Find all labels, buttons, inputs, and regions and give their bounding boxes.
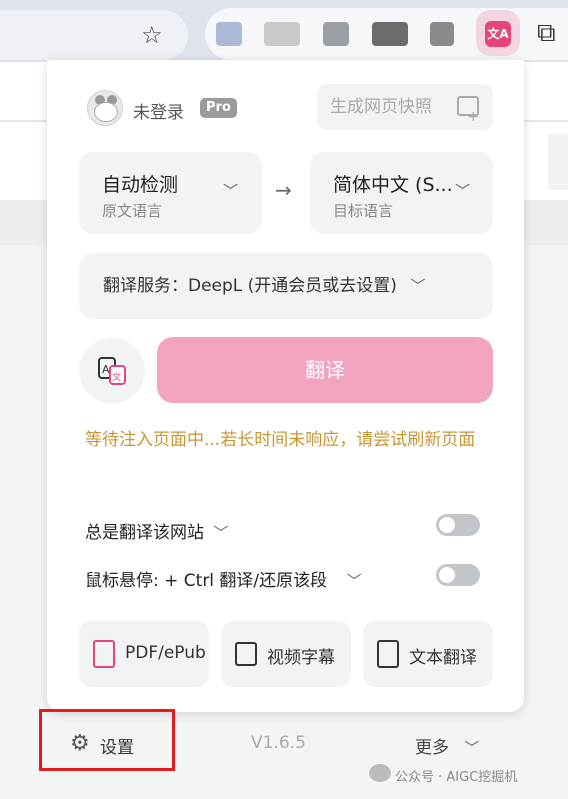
translate-button[interactable]: 翻译 bbox=[157, 337, 493, 403]
more-label: 更多 bbox=[415, 738, 449, 758]
service-label: 翻译服务：DeepL (开通会员或去设置) bbox=[103, 276, 397, 296]
extension-icon[interactable] bbox=[372, 22, 408, 46]
pdf-icon bbox=[93, 640, 115, 668]
translate-extension-button[interactable]: 文A bbox=[476, 10, 520, 56]
chevron-down-icon: ﹀ bbox=[346, 572, 362, 590]
chevron-down-icon: ﹀ bbox=[464, 739, 480, 757]
avatar[interactable] bbox=[87, 90, 123, 126]
snapshot-icon bbox=[457, 94, 479, 140]
svg-text:文: 文 bbox=[112, 371, 121, 383]
puzzle-icon[interactable]: ⧉ bbox=[537, 18, 556, 49]
tool-label: PDF/ePub bbox=[125, 643, 206, 663]
option-label: 鼠标悬停: + Ctrl 翻译/还原该段 bbox=[85, 571, 328, 591]
target-language-caption: 目标语言 bbox=[333, 202, 394, 220]
extension-popup: 未登录 Pro 生成网页快照 自动检测 原文语言 ﹀ → 简体中文 (S... … bbox=[47, 60, 524, 712]
video-subtitle-button[interactable]: 视频字幕 bbox=[221, 621, 351, 687]
extension-icon[interactable] bbox=[264, 22, 300, 46]
translation-service-select[interactable]: 翻译服务：DeepL (开通会员或去设置) ﹀ bbox=[79, 253, 493, 319]
target-language-select[interactable]: 简体中文 (S... 目标语言 ﹀ bbox=[310, 152, 493, 234]
target-language-value: 简体中文 (S... bbox=[333, 174, 453, 196]
highlight-box bbox=[39, 709, 175, 771]
always-translate-toggle[interactable] bbox=[436, 514, 480, 536]
browser-toolbar: ☆ 文A ⧉ bbox=[0, 0, 568, 62]
extension-icon[interactable] bbox=[323, 22, 349, 46]
always-translate-site-option[interactable]: 总是翻译该网站 ﹀ bbox=[85, 518, 228, 543]
login-status[interactable]: 未登录 bbox=[133, 98, 184, 123]
source-language-value: 自动检测 bbox=[102, 174, 179, 196]
page-card bbox=[548, 134, 568, 190]
text-translate-button[interactable]: 文本翻译 bbox=[363, 621, 493, 687]
chevron-down-icon: ﹀ bbox=[213, 524, 229, 542]
swap-language-button[interactable]: A 文 bbox=[79, 338, 145, 404]
tool-label: 文本翻译 bbox=[409, 648, 477, 668]
watermark: 公众号 · AIGC挖掘机 bbox=[395, 770, 518, 785]
tool-label: 视频字幕 bbox=[267, 648, 335, 668]
hover-translate-toggle[interactable] bbox=[436, 564, 480, 586]
source-language-select[interactable]: 自动检测 原文语言 ﹀ bbox=[79, 152, 262, 234]
chevron-down-icon: ﹀ bbox=[410, 277, 426, 295]
pdf-epub-button[interactable]: PDF/ePub bbox=[79, 621, 209, 687]
more-menu[interactable]: 更多 ﹀ bbox=[415, 733, 479, 758]
translate-swap-icon: A 文 bbox=[98, 357, 126, 385]
extension-icon[interactable] bbox=[430, 22, 454, 46]
source-language-caption: 原文语言 bbox=[102, 202, 163, 220]
video-subtitle-icon bbox=[235, 642, 257, 666]
pro-badge[interactable]: Pro bbox=[200, 98, 237, 118]
status-message: 等待注入页面中...若长时间未响应，请尝试刷新页面 bbox=[85, 430, 476, 450]
snapshot-label: 生成网页快照 bbox=[330, 97, 432, 117]
version-label: V1.6.5 bbox=[251, 733, 306, 753]
svg-text:A: A bbox=[102, 363, 110, 376]
wechat-icon bbox=[369, 764, 391, 782]
chevron-down-icon: ﹀ bbox=[223, 182, 239, 200]
extension-icon[interactable] bbox=[216, 22, 242, 46]
translate-extension-icon: 文A bbox=[485, 21, 511, 47]
text-translate-icon bbox=[377, 640, 399, 668]
hover-translate-option[interactable]: 鼠标悬停: + Ctrl 翻译/还原该段 ﹀ bbox=[85, 566, 362, 591]
snapshot-button[interactable]: 生成网页快照 bbox=[317, 84, 493, 140]
option-label: 总是翻译该网站 bbox=[85, 523, 204, 543]
chevron-down-icon: ﹀ bbox=[455, 182, 471, 200]
arrow-right-icon: → bbox=[275, 178, 292, 202]
star-icon[interactable]: ☆ bbox=[141, 22, 163, 48]
